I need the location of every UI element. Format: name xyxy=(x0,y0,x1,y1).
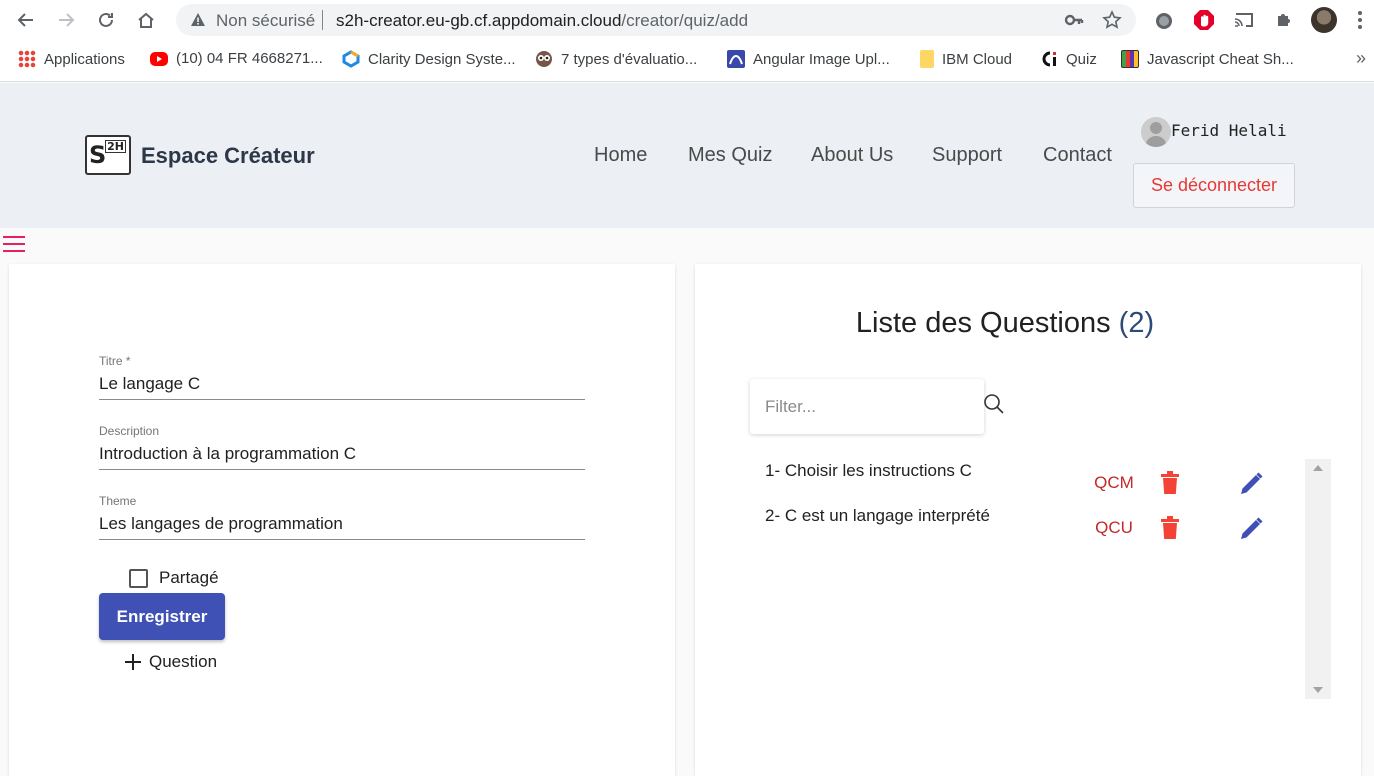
extensions-puzzle-icon[interactable] xyxy=(1272,8,1296,32)
plus-icon xyxy=(125,654,141,670)
filter-placeholder: Filter... xyxy=(765,397,817,416)
quiz-icon xyxy=(1042,51,1056,67)
bookmark-evaluation[interactable]: 7 types d'évaluatio... xyxy=(535,50,697,68)
scroll-down-icon[interactable] xyxy=(1313,687,1323,693)
shared-checkbox[interactable] xyxy=(129,568,148,588)
shared-checkbox-row[interactable]: Partagé xyxy=(129,568,219,588)
browser-toolbar: Non sécurisé s2h-creator.eu-gb.cf.appdom… xyxy=(0,0,1374,40)
bookmark-label: Applications xyxy=(44,50,125,68)
bookmarks-bar: Applications (10) 04 FR 4668271... Clari… xyxy=(0,40,1374,82)
questions-card: Liste des Questions (2) Filter... 1- Cho… xyxy=(695,264,1361,776)
nav-support[interactable]: Support xyxy=(932,144,1002,167)
bookmark-js-cheatsheet[interactable]: Javascript Cheat Sh... xyxy=(1121,50,1294,68)
bookmark-quiz[interactable]: Quiz xyxy=(1040,50,1097,68)
forward-icon[interactable] xyxy=(52,6,80,34)
bookmark-label: Clarity Design Syste... xyxy=(368,50,516,68)
youtube-icon xyxy=(150,51,168,66)
cast-icon[interactable] xyxy=(1232,8,1256,32)
stripes-icon xyxy=(1121,50,1139,68)
questions-title: Liste des Questions (2) xyxy=(695,307,1315,340)
filter-input[interactable]: Filter... xyxy=(750,379,984,434)
address-separator xyxy=(322,10,323,30)
theme-label: Theme xyxy=(99,494,137,508)
clarity-icon xyxy=(342,50,360,68)
quiz-form-card: Titre * Le langage C Description Introdu… xyxy=(9,264,675,776)
theme-field[interactable]: Theme Les langages de programmation xyxy=(99,494,585,540)
delete-icon[interactable] xyxy=(1160,516,1180,540)
app-header: S 2H Espace Créateur Home Mes Quiz About… xyxy=(0,83,1374,228)
extension-tomato-icon[interactable] xyxy=(1152,8,1176,32)
questions-count: (2) xyxy=(1118,307,1155,339)
bookmarks-more-icon[interactable]: » xyxy=(1356,48,1366,69)
description-input[interactable]: Introduction à la programmation C xyxy=(99,444,585,469)
s2h-logo[interactable]: S 2H xyxy=(85,135,131,175)
home-icon[interactable] xyxy=(132,6,160,34)
bookmark-label: Angular Image Upl... xyxy=(753,50,890,68)
bookmark-label: IBM Cloud xyxy=(942,50,1013,68)
logo-sub: 2H xyxy=(105,140,126,153)
theme-input[interactable]: Les langages de programmation xyxy=(99,514,585,539)
key-icon[interactable] xyxy=(1064,11,1084,29)
question-row[interactable]: 1- Choisir les instructions C QCM xyxy=(765,461,1305,501)
title-input[interactable]: Le langage C xyxy=(99,374,585,399)
bookmark-label: Quiz xyxy=(1066,50,1097,68)
logout-button[interactable]: Se déconnecter xyxy=(1133,163,1295,208)
bookmark-clarity[interactable]: Clarity Design Syste... xyxy=(342,50,516,68)
bookmark-angular-upload[interactable]: Angular Image Upl... xyxy=(727,50,890,68)
question-text[interactable]: 2- C est un langage interprété xyxy=(765,506,990,526)
warning-icon xyxy=(191,13,205,26)
question-text[interactable]: 1- Choisir les instructions C xyxy=(765,461,972,481)
bookmark-ibm-cloud[interactable]: IBM Cloud xyxy=(920,50,1012,68)
add-question-button[interactable]: Question xyxy=(123,652,217,672)
profile-avatar-icon[interactable] xyxy=(1311,7,1337,33)
user-name: Ferid Helali xyxy=(1171,121,1287,140)
title-field[interactable]: Titre * Le langage C xyxy=(99,354,585,400)
description-field[interactable]: Description Introduction à la programmat… xyxy=(99,424,585,470)
url-host: s2h-creator.eu-gb.cf.appdomain.cloud xyxy=(336,11,622,30)
description-label: Description xyxy=(99,424,160,438)
bookmark-label: Javascript Cheat Sh... xyxy=(1147,50,1294,68)
edit-icon[interactable] xyxy=(1238,516,1264,542)
title-label: Titre * xyxy=(99,354,131,368)
bookmark-applications[interactable]: Applications xyxy=(18,50,125,68)
user-avatar-icon xyxy=(1141,117,1171,147)
nav-about-us[interactable]: About Us xyxy=(811,144,893,167)
bookmark-youtube[interactable]: (10) 04 FR 4668271... xyxy=(150,50,323,67)
shared-label: Partagé xyxy=(159,568,219,587)
delete-icon[interactable] xyxy=(1160,471,1180,495)
apps-grid-icon xyxy=(18,50,36,68)
questions-scrollbar[interactable] xyxy=(1305,459,1331,699)
address-bar[interactable]: Non sécurisé s2h-creator.eu-gb.cf.appdom… xyxy=(176,4,1136,36)
bookmark-label: 7 types d'évaluatio... xyxy=(561,50,698,68)
browser-menu-icon[interactable] xyxy=(1354,8,1366,32)
insecure-label: Non sécurisé xyxy=(216,11,316,30)
brand-title[interactable]: Espace Créateur xyxy=(141,143,315,169)
question-type: QCM xyxy=(1094,473,1134,492)
question-row[interactable]: 2- C est un langage interprété QCU xyxy=(765,506,1305,546)
add-question-label: Question xyxy=(149,652,218,671)
owl-icon xyxy=(536,51,552,67)
bookmark-star-icon[interactable] xyxy=(1102,10,1122,30)
nav-contact[interactable]: Contact xyxy=(1043,144,1112,167)
chart-icon xyxy=(727,50,745,68)
adblock-icon[interactable] xyxy=(1192,8,1216,32)
logo-letter: S xyxy=(89,141,107,169)
url-path: /creator/quiz/add xyxy=(621,11,749,30)
url-text[interactable]: s2h-creator.eu-gb.cf.appdomain.cloud/cre… xyxy=(336,11,748,31)
nav-home[interactable]: Home xyxy=(594,144,647,167)
questions-title-text: Liste des Questions xyxy=(855,307,1111,339)
question-type: QCU xyxy=(1095,518,1133,537)
reload-icon[interactable] xyxy=(92,6,120,34)
search-icon[interactable] xyxy=(983,393,1005,415)
back-icon[interactable] xyxy=(12,6,40,34)
bookmark-label: (10) 04 FR 4668271... xyxy=(176,50,323,67)
scroll-up-icon[interactable] xyxy=(1313,465,1323,471)
nav-mes-quiz[interactable]: Mes Quiz xyxy=(688,144,772,167)
folder-icon xyxy=(920,50,934,68)
edit-icon[interactable] xyxy=(1238,471,1264,497)
menu-toggle-icon[interactable] xyxy=(3,236,25,252)
save-button[interactable]: Enregistrer xyxy=(99,593,225,640)
